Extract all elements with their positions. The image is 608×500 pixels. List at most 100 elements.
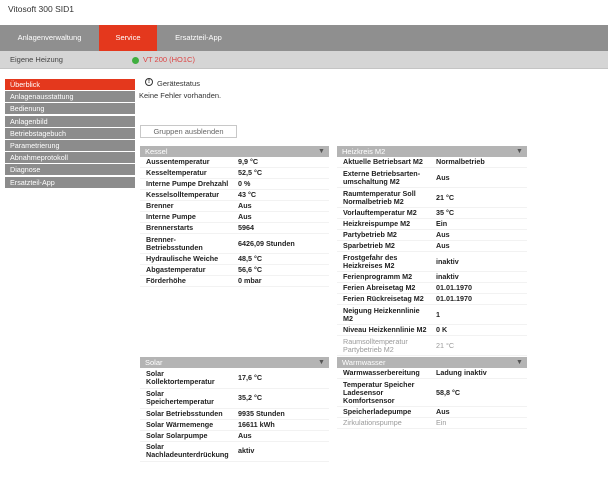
- table-row: Solar Speichertemperatur 35,2 °C: [140, 388, 329, 409]
- table-row: Raumtemperatur Soll Normalbetrieb M2 21 °…: [337, 187, 527, 208]
- chevron-down-icon[interactable]: ▼: [317, 146, 326, 157]
- table-row: Solar Kollektortemperatur 17,6 °C: [140, 368, 329, 389]
- row-value: 0 %: [235, 178, 329, 190]
- row-value: Aus: [235, 211, 329, 223]
- row-value: 16611 kWh: [235, 419, 329, 431]
- sidebar-item-diagnose[interactable]: Diagnose: [5, 164, 135, 176]
- sidebar: Überblick Anlagenausstattung Bedienung A…: [5, 79, 135, 189]
- row-label: Sparbetrieb M2: [337, 240, 433, 252]
- sidebar-item-ersatzteil-app[interactable]: Ersatzteil-App: [5, 176, 135, 188]
- sidebar-item-bedienung[interactable]: Bedienung: [5, 103, 135, 115]
- row-label: Vorlauftemperatur M2: [337, 207, 433, 219]
- row-label: Hydraulische Weiche: [140, 253, 235, 265]
- row-value: 52,5 °C: [235, 167, 329, 179]
- panel-title: Solar: [145, 358, 163, 367]
- device-selector[interactable]: VT 200 (HO1C): [143, 55, 195, 64]
- table-row: Solar Betriebsstunden 9935 Stunden: [140, 408, 329, 420]
- table-row: Zirkulationspumpe Ein: [337, 417, 527, 429]
- row-label: Aktuelle Betriebsart M2: [337, 157, 433, 168]
- row-label: Temperatur Speicher Ladesensor Komfortse…: [337, 378, 433, 407]
- row-label: Zirkulationspumpe: [337, 417, 433, 429]
- table-row: Hydraulische Weiche 48,5 °C: [140, 253, 329, 265]
- table-row: Externe Betriebsarten-umschaltung M2 Aus: [337, 167, 527, 188]
- row-label: Speicherladepumpe: [337, 406, 433, 418]
- row-label: Aussentemperatur: [140, 157, 235, 168]
- hide-groups-button[interactable]: Gruppen ausblenden: [140, 125, 237, 138]
- table-row: Interne Pumpe Drehzahl 0 %: [140, 178, 329, 190]
- table-row: Aussentemperatur 9,9 °C: [140, 157, 329, 168]
- chevron-down-icon[interactable]: ▼: [515, 357, 524, 368]
- row-label: Heizkreispumpe M2: [337, 218, 433, 230]
- panel-header-solar[interactable]: Solar ▼: [140, 357, 329, 368]
- row-value: 48,5 °C: [235, 253, 329, 265]
- panel-heizkreis-m2: Heizkreis M2 ▼ Aktuelle Betriebsart M2 No…: [337, 146, 527, 356]
- row-value: aktiv: [235, 441, 329, 462]
- table-row: Brennerstarts 5964: [140, 222, 329, 234]
- status-text: Keine Fehler vorhanden.: [139, 91, 222, 100]
- heating-selector[interactable]: Eigene Heizung: [10, 55, 63, 64]
- sidebar-item-ueberblick[interactable]: Überblick: [5, 79, 135, 90]
- row-label: Brennerstarts: [140, 222, 235, 234]
- tab-anlagenverwaltung[interactable]: Anlagenverwaltung: [0, 25, 99, 51]
- row-label: Ferien Rückreisetag M2: [337, 293, 433, 305]
- panel-header-heizkreis-m2[interactable]: Heizkreis M2 ▼: [337, 146, 527, 157]
- chevron-down-icon[interactable]: ▼: [515, 146, 524, 157]
- row-value: Aus: [433, 229, 527, 241]
- row-value: 6426,09 Stunden: [235, 233, 329, 254]
- chevron-down-icon[interactable]: ▼: [317, 357, 326, 368]
- row-value: 9935 Stunden: [235, 408, 329, 420]
- row-value: 17,6 °C: [235, 368, 329, 389]
- device-bar: Eigene Heizung VT 200 (HO1C): [0, 51, 608, 69]
- table-row: Ferien Rückreisetag M2 01.01.1970: [337, 293, 527, 305]
- panel-title: Warmwasser: [342, 358, 386, 367]
- tab-service[interactable]: Service: [99, 25, 157, 51]
- status-title: Gerätestatus: [157, 79, 200, 88]
- tab-ersatzteil-app[interactable]: Ersatzteil-App: [157, 25, 240, 51]
- sidebar-item-parametrierung[interactable]: Parametrierung: [5, 139, 135, 151]
- table-row: Kesseltemperatur 52,5 °C: [140, 167, 329, 179]
- row-value: 1: [433, 304, 527, 325]
- table-row: Temperatur Speicher Ladesensor Komfortse…: [337, 378, 527, 407]
- table-row: Frostgefahr des Heizkreises M2 inaktiv: [337, 251, 527, 272]
- sidebar-item-betriebstagebuch[interactable]: Betriebstagebuch: [5, 127, 135, 139]
- panel-title: Heizkreis M2: [342, 147, 386, 156]
- sidebar-item-anlagenbild[interactable]: Anlagenbild: [5, 115, 135, 127]
- table-row: Kesselsolltemperatur 43 °C: [140, 189, 329, 201]
- data-table: Solar Kollektortemperatur 17,6 °C Solar S…: [140, 368, 329, 462]
- panel-header-warmwasser[interactable]: Warmwasser ▼: [337, 357, 527, 368]
- table-row: Heizkreispumpe M2 Ein: [337, 218, 527, 230]
- table-row: Solar Wärmemenge 16611 kWh: [140, 419, 329, 431]
- row-value: 43 °C: [235, 189, 329, 201]
- row-label: Interne Pumpe: [140, 211, 235, 223]
- row-value: 35,2 °C: [235, 388, 329, 409]
- row-label: Partybetrieb M2: [337, 229, 433, 241]
- panel-title: Kessel: [145, 147, 168, 156]
- row-value: 01.01.1970: [433, 282, 527, 294]
- row-value: 9,9 °C: [235, 157, 329, 168]
- table-row: Neigung Heizkennlinie M2 1: [337, 304, 527, 325]
- row-value: Ein: [433, 417, 527, 429]
- row-value: 58,8 °C: [433, 378, 527, 407]
- row-label: Solar Solarpumpe: [140, 430, 235, 442]
- row-value: Ladung inaktiv: [433, 368, 527, 379]
- sidebar-item-anlagenausstattung[interactable]: Anlagenausstattung: [5, 91, 135, 103]
- row-label: Warmwasserbereitung: [337, 368, 433, 379]
- row-label: Interne Pumpe Drehzahl: [140, 178, 235, 190]
- table-row: Solar Solarpumpe Aus: [140, 430, 329, 442]
- row-label: Kesselsolltemperatur: [140, 189, 235, 201]
- table-row: Raumsolltemperatur Partybetrieb M2 21 °C: [337, 335, 527, 356]
- row-value: Ein: [433, 218, 527, 230]
- table-row: Niveau Heizkennlinie M2 0 K: [337, 324, 527, 336]
- row-value: 56,6 °C: [235, 264, 329, 276]
- table-row: Sparbetrieb M2 Aus: [337, 240, 527, 252]
- table-row: Interne Pumpe Aus: [140, 211, 329, 223]
- row-label: Raumsolltemperatur Partybetrieb M2: [337, 335, 433, 356]
- sidebar-item-abnahmeprotokoll[interactable]: Abnahmeprotokoll: [5, 152, 135, 164]
- row-value: 0 K: [433, 324, 527, 336]
- table-row: Förderhöhe 0 mbar: [140, 275, 329, 287]
- panel-header-kessel[interactable]: Kessel ▼: [140, 146, 329, 157]
- row-value: Aus: [433, 406, 527, 418]
- row-label: Förderhöhe: [140, 275, 235, 287]
- row-value: inaktiv: [433, 271, 527, 283]
- row-label: Externe Betriebsarten-umschaltung M2: [337, 167, 433, 188]
